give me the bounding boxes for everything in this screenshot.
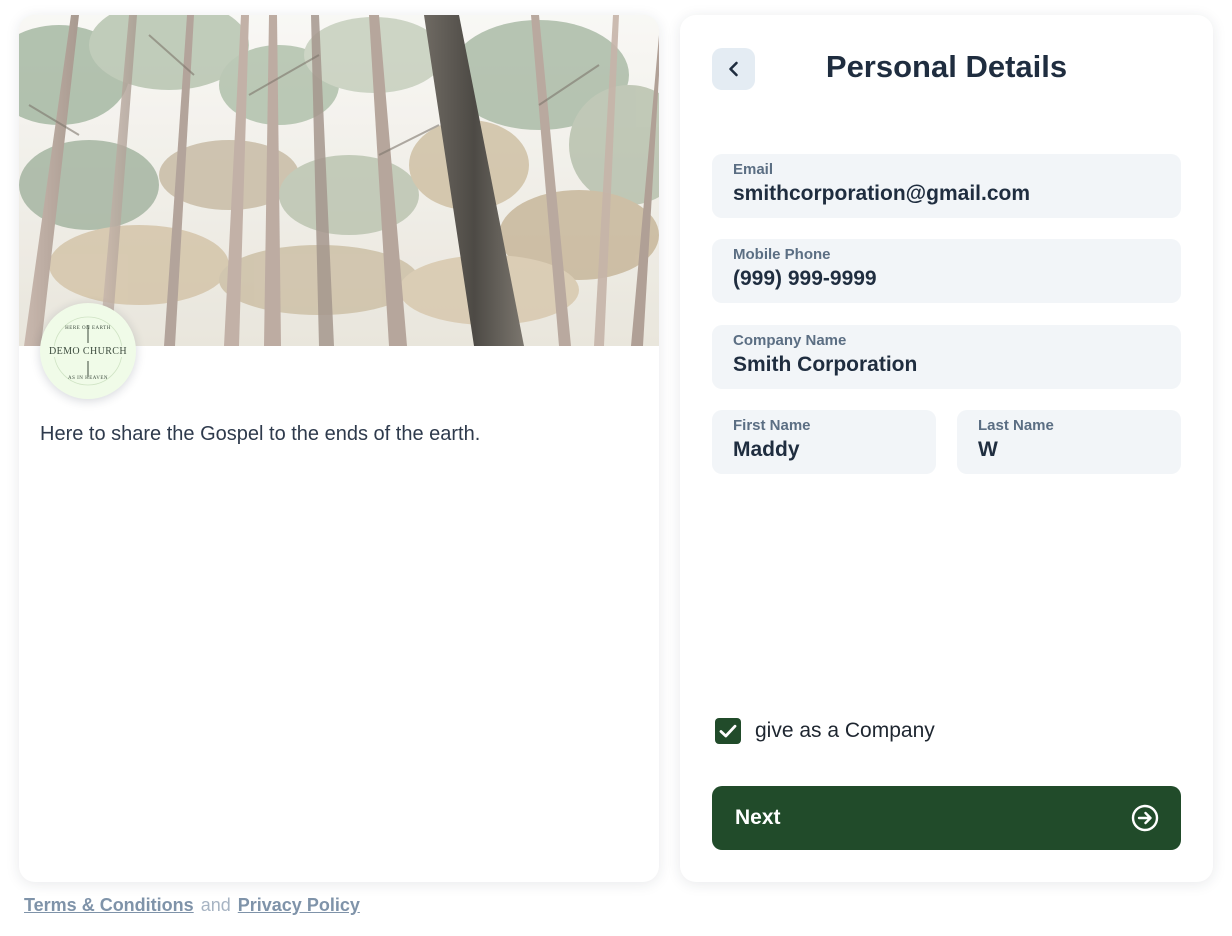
first-name-label: First Name — [733, 417, 811, 434]
last-name-value[interactable]: W — [978, 436, 1160, 464]
logo-church-name: DEMO CHURCH — [46, 345, 130, 357]
church-profile-card: HERE ON EARTH AS IN HEAVEN DEMO CHURCH H… — [19, 15, 659, 882]
last-name-field[interactable]: Last Name W — [957, 410, 1181, 474]
last-name-label: Last Name — [978, 417, 1054, 434]
logo-ring-bottom-text: AS IN HEAVEN — [68, 376, 108, 381]
page-title: Personal Details — [825, 49, 1068, 84]
next-button-label: Next — [735, 806, 781, 829]
give-as-company-checkbox[interactable] — [715, 718, 741, 744]
terms-link[interactable]: Terms & Conditions — [24, 895, 194, 915]
forest-illustration — [19, 15, 659, 346]
email-label: Email — [733, 161, 774, 178]
hero-forest-image — [19, 15, 659, 346]
logo-ring-top-text: HERE ON EARTH — [65, 326, 111, 331]
footer-and-text: and — [200, 895, 231, 915]
give-as-company-toggle[interactable]: give as a Company — [715, 718, 935, 744]
mobile-phone-field[interactable]: Mobile Phone (999) 999-9999 — [712, 239, 1181, 303]
mobile-phone-label: Mobile Phone — [733, 246, 831, 263]
arrow-right-circle-icon — [1131, 804, 1159, 832]
company-name-value[interactable]: Smith Corporation — [733, 351, 1160, 379]
email-value[interactable]: smithcorporation@gmail.com — [733, 180, 1160, 208]
company-name-field[interactable]: Company Name Smith Corporation — [712, 325, 1181, 389]
give-as-company-label: give as a Company — [755, 719, 935, 742]
legal-footer: Terms & Conditions and Privacy Policy — [24, 895, 360, 916]
personal-details-card: Personal Details Email smithcorporation@… — [680, 15, 1213, 882]
first-name-field[interactable]: First Name Maddy — [712, 410, 936, 474]
next-button[interactable]: Next — [712, 786, 1181, 850]
checkmark-icon — [719, 724, 737, 738]
privacy-link[interactable]: Privacy Policy — [238, 895, 360, 915]
email-field[interactable]: Email smithcorporation@gmail.com — [712, 154, 1181, 218]
mobile-phone-value[interactable]: (999) 999-9999 — [733, 265, 1160, 293]
church-tagline: Here to share the Gospel to the ends of … — [40, 423, 481, 445]
company-name-label: Company Name — [733, 332, 847, 349]
first-name-value[interactable]: Maddy — [733, 436, 915, 464]
church-logo: HERE ON EARTH AS IN HEAVEN DEMO CHURCH — [40, 303, 136, 399]
